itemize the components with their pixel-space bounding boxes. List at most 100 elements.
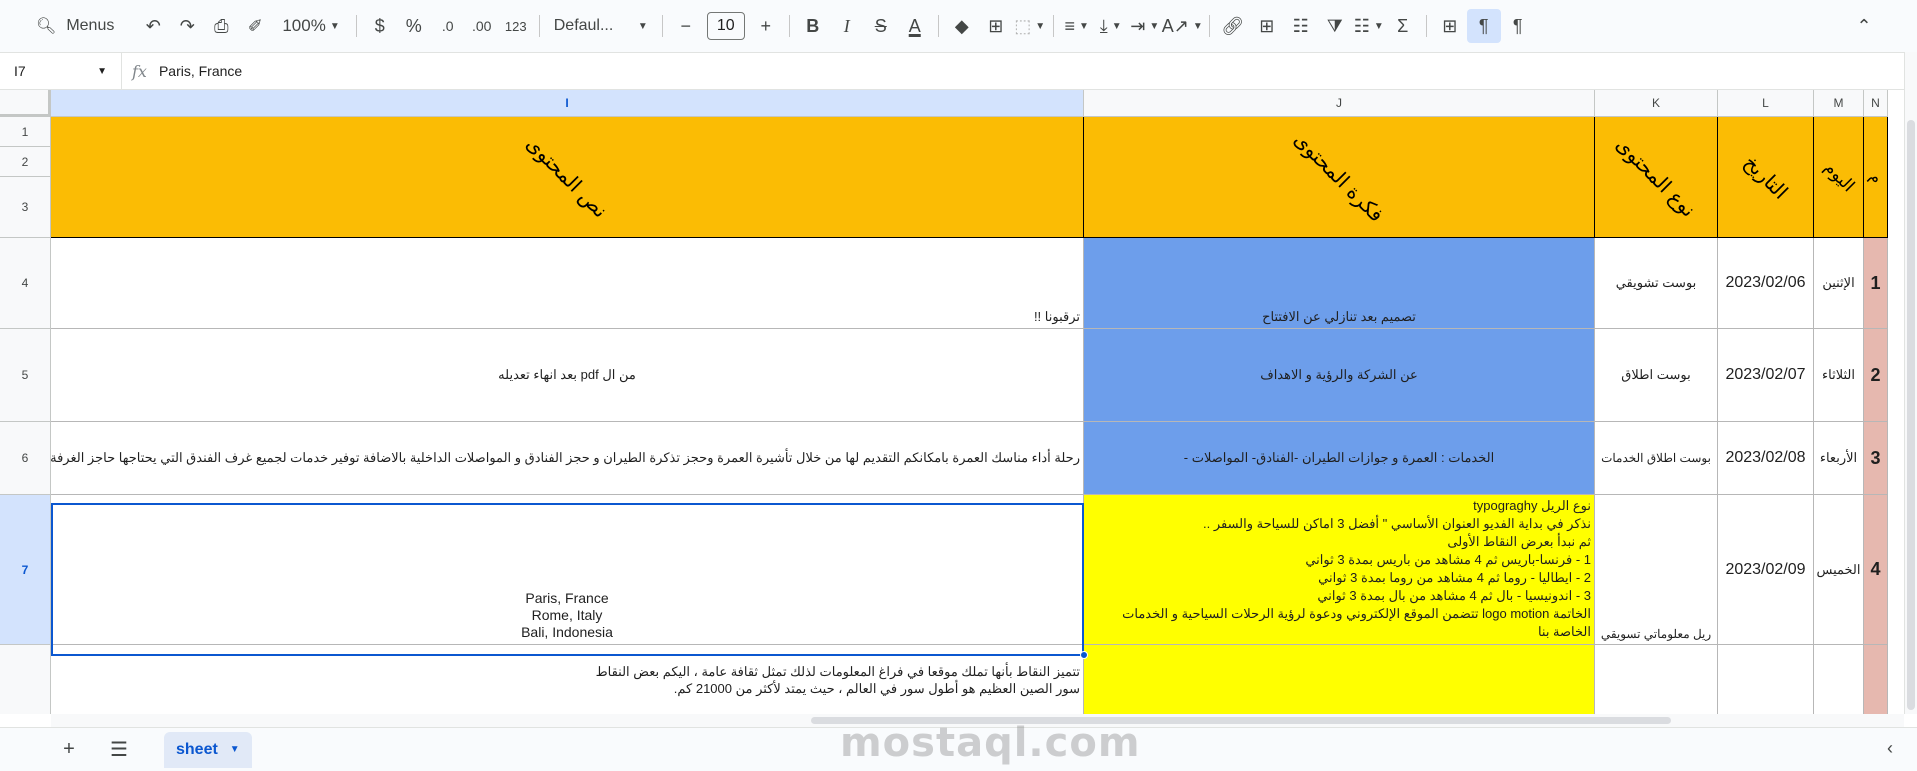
cell-m5[interactable]: الثلاثاء — [1814, 329, 1864, 422]
number-format-button[interactable]: 123 — [499, 9, 533, 43]
column-header-m[interactable]: M — [1814, 90, 1864, 117]
cell-k5[interactable]: بوست اطلاق — [1595, 329, 1718, 422]
functions-icon[interactable]: Σ — [1386, 9, 1420, 43]
row-header-7[interactable]: 7 — [0, 495, 51, 645]
row-header-2[interactable]: 2 — [0, 147, 51, 177]
increase-decimal-button[interactable]: .00 — [465, 9, 499, 43]
cell-i8[interactable]: تتميز النقاط بأنها تملك موقعا في فراغ ال… — [51, 645, 1084, 714]
column-header-l[interactable]: L — [1718, 90, 1814, 117]
cell-n8[interactable] — [1864, 645, 1888, 714]
bold-icon[interactable]: B — [796, 9, 830, 43]
text-color-icon[interactable]: A — [898, 9, 932, 43]
side-panel-toggle-icon[interactable]: ‹ — [1887, 738, 1893, 759]
column-header-j[interactable]: J — [1084, 90, 1595, 117]
select-all-corner[interactable] — [0, 90, 51, 117]
strikethrough-icon[interactable]: S — [864, 9, 898, 43]
cell-i6[interactable]: رحلة أداء مناسك العمرة بامكانكم التقديم … — [51, 422, 1084, 495]
undo-icon[interactable]: ↶ — [136, 9, 170, 43]
cell-i4[interactable]: ترقبونا !! — [51, 238, 1084, 329]
divider — [355, 15, 357, 37]
all-sheets-icon[interactable]: ☰ — [102, 733, 136, 767]
header-cell-n[interactable]: م — [1864, 117, 1888, 238]
borders-icon[interactable]: ⊞ — [979, 9, 1013, 43]
fill-color-icon[interactable]: ◆ — [945, 9, 979, 43]
cell-j6[interactable]: الخدمات : العمرة و جوازات الطيران -الفنا… — [1084, 422, 1595, 495]
filter-views-icon[interactable]: ☷ ▼ — [1352, 9, 1386, 43]
decrease-decimal-button[interactable]: .0 — [431, 9, 465, 43]
cell-i5[interactable]: من ال pdf بعد انهاء تعديله — [51, 329, 1084, 422]
redo-icon[interactable]: ↷ — [170, 9, 204, 43]
row-header-5[interactable]: 5 — [0, 329, 51, 422]
menus-button[interactable]: 🔍︎ Menus — [36, 16, 114, 36]
merge-cells-icon[interactable]: ⬚ ▼ — [1013, 9, 1047, 43]
currency-button[interactable]: $ — [363, 9, 397, 43]
add-sheet-icon[interactable]: + — [52, 733, 86, 767]
filter-icon[interactable]: ⧩ — [1318, 9, 1352, 43]
cell-k8[interactable] — [1595, 645, 1718, 714]
text-wrapping-icon[interactable]: ⇥ ▼ — [1128, 9, 1162, 43]
cell-j8[interactable] — [1084, 645, 1595, 714]
cell-n5[interactable]: 2 — [1864, 329, 1888, 422]
cell-l4[interactable]: 2023/02/06 — [1718, 238, 1814, 329]
cell-j7[interactable]: نوع الريل typograghy نذكر في بداية الفدي… — [1084, 495, 1595, 645]
font-select[interactable]: Defaul... ▼ — [546, 9, 656, 43]
vertical-scrollbar[interactable] — [1904, 52, 1917, 714]
header-cell-j[interactable]: فكرة المحتوى — [1084, 117, 1595, 238]
cell-k4[interactable]: بوست تشويقي — [1595, 238, 1718, 329]
horizontal-align-icon[interactable]: ≡ ▼ — [1060, 9, 1094, 43]
collapse-menu-icon[interactable]: ⌃ — [1847, 9, 1881, 43]
font-size-input[interactable]: 10 — [706, 12, 745, 40]
cell-l7[interactable]: 2023/02/09 — [1718, 495, 1814, 645]
divider — [538, 15, 540, 37]
cell-m4[interactable]: الإثنين — [1814, 238, 1864, 329]
zoom-select[interactable]: 100% ▼ — [272, 9, 349, 43]
name-box[interactable]: I7 ▼ — [0, 53, 122, 89]
row-header-8[interactable] — [0, 645, 51, 714]
cell-i7[interactable]: Paris, France Rome, Italy Bali, Indonesi… — [51, 495, 1084, 645]
percent-button[interactable]: % — [397, 9, 431, 43]
fill-handle[interactable] — [1080, 651, 1088, 659]
column-header-i[interactable]: I — [51, 90, 1084, 117]
chart-icon[interactable]: ☷ — [1284, 9, 1318, 43]
row-header-3[interactable]: 3 — [0, 177, 51, 238]
sheet-tab[interactable]: sheet ▼ — [164, 731, 252, 768]
header-cell-m[interactable]: اليوم — [1814, 117, 1864, 238]
row-header-6[interactable]: 6 — [0, 422, 51, 495]
cell-n6[interactable]: 3 — [1864, 422, 1888, 495]
header-cell-k[interactable]: نوع المحتوى — [1595, 117, 1718, 238]
column-header-n[interactable]: N — [1864, 90, 1888, 117]
cell-n7[interactable]: 4 — [1864, 495, 1888, 645]
row-header-4[interactable]: 4 — [0, 238, 51, 329]
cell-l6[interactable]: 2023/02/08 — [1718, 422, 1814, 495]
rtl-paragraph-icon[interactable]: ¶ — [1466, 9, 1501, 43]
freeze-icon[interactable]: ⊞ — [1433, 9, 1467, 43]
header-cell-l[interactable]: التاريخ — [1718, 117, 1814, 238]
vertical-align-icon[interactable]: ⤓ ▼ — [1094, 9, 1128, 43]
ltr-paragraph-icon[interactable]: ¶ — [1501, 9, 1535, 43]
cell-l8[interactable] — [1718, 645, 1814, 714]
cell-k6[interactable]: بوست اطلاق الخدمات — [1595, 422, 1718, 495]
italic-icon[interactable]: I — [830, 9, 864, 43]
header-cell-i[interactable]: نص المحتوى — [51, 117, 1084, 238]
cell-j5[interactable]: عن الشركة والرؤية و الاهداف — [1084, 329, 1595, 422]
text-rotation-icon[interactable]: A↗ ▼ — [1162, 9, 1203, 43]
cell-k7[interactable]: ريل معلوماتي تسويقي — [1595, 495, 1718, 645]
cell-m8[interactable] — [1814, 645, 1864, 714]
cell-m6[interactable]: الأربعاء — [1814, 422, 1864, 495]
font-size-decrease-icon[interactable]: − — [669, 9, 703, 43]
cell-n4[interactable]: 1 — [1864, 238, 1888, 329]
vertical-scroll-thumb[interactable] — [1907, 120, 1915, 710]
formula-input[interactable]: Paris, France — [159, 63, 242, 79]
row-header-1[interactable]: 1 — [0, 117, 51, 147]
font-size-increase-icon[interactable]: + — [749, 9, 783, 43]
print-icon[interactable]: ⎙ — [204, 9, 238, 43]
fx-icon: fx — [132, 61, 147, 81]
comment-icon[interactable]: ⊞ — [1250, 9, 1284, 43]
cell-l5[interactable]: 2023/02/07 — [1718, 329, 1814, 422]
link-icon[interactable]: 🔗︎ — [1216, 9, 1250, 43]
paint-format-icon[interactable]: ✐ — [238, 9, 272, 43]
cell-m7[interactable]: الخميس — [1814, 495, 1864, 645]
column-header-k[interactable]: K — [1595, 90, 1718, 117]
cell-j4[interactable]: تصميم بعد تنازلي عن الافتتاح — [1084, 238, 1595, 329]
sheet-grid[interactable]: I J K L M N 1 2 3 4 5 6 7 نص المحتوى فكر… — [0, 90, 1904, 714]
